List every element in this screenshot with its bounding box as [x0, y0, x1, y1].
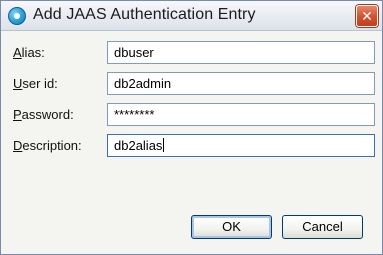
- description-label: Description:: [13, 138, 82, 153]
- alias-row: Alias: dbuser: [13, 41, 375, 65]
- cancel-button[interactable]: Cancel: [282, 215, 363, 239]
- password-field[interactable]: ********: [107, 103, 375, 126]
- text-caret: [163, 138, 165, 152]
- app-icon: [8, 7, 26, 25]
- description-field[interactable]: db2alias: [107, 134, 375, 157]
- window-title: Add JAAS Authentication Entry: [33, 6, 256, 23]
- password-row: Password: ********: [13, 103, 375, 127]
- description-row: Description: db2alias: [13, 134, 375, 158]
- alias-label: Alias:: [13, 45, 45, 60]
- ok-button[interactable]: OK: [191, 215, 272, 239]
- close-icon: ✕: [361, 8, 373, 24]
- close-button[interactable]: ✕: [356, 5, 378, 27]
- alias-field[interactable]: dbuser: [107, 41, 375, 64]
- user-id-field[interactable]: db2admin: [107, 72, 375, 95]
- title-bar[interactable]: Add JAAS Authentication Entry ✕: [1, 1, 382, 31]
- user-id-row: User id: db2admin: [13, 72, 375, 96]
- user-id-label: User id:: [13, 76, 58, 91]
- jaas-dialog: Add JAAS Authentication Entry ✕ Alias: d…: [0, 0, 383, 255]
- password-label: Password:: [13, 107, 74, 122]
